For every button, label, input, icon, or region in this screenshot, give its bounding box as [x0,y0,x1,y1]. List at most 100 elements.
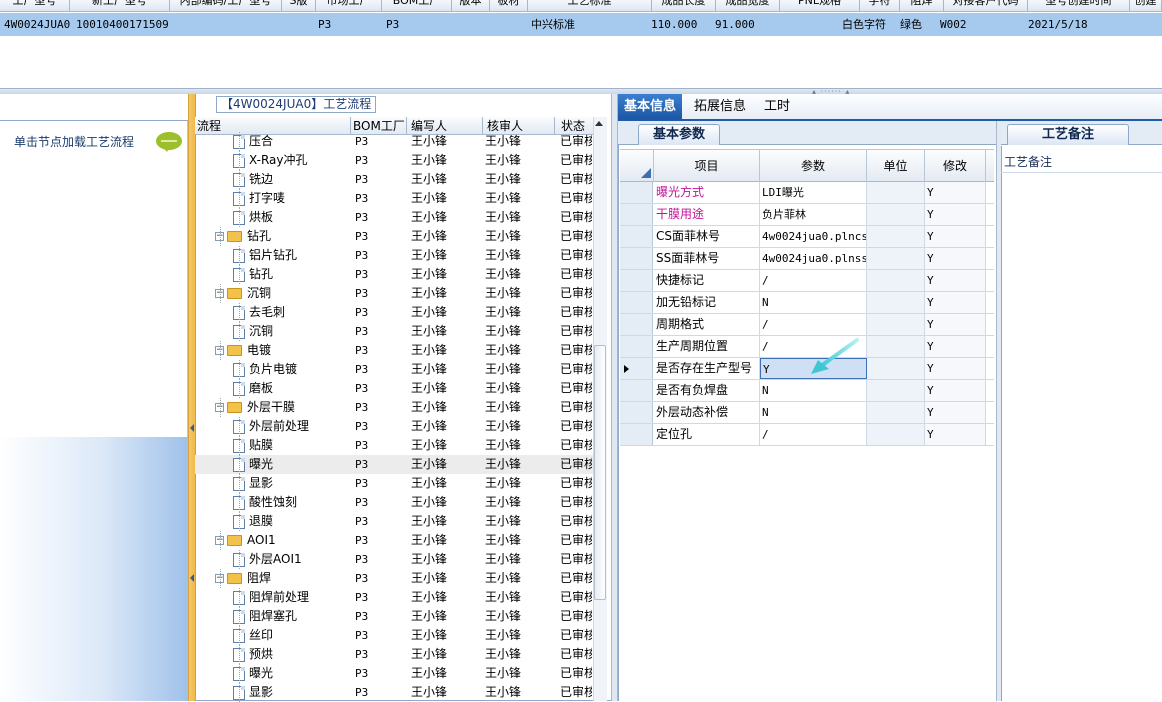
flow-tree-row[interactable]: − 外层干膜 P3 王小锋 王小锋 已审核 [195,398,593,417]
flow-tree-row[interactable]: 负片电镀 P3 王小锋 王小锋 已审核 [195,360,593,379]
param-value[interactable]: 4w0024jua0.plnss [760,248,867,269]
top-col-header[interactable]: 对接客户代码 [944,0,1028,11]
flow-node[interactable]: 阻焊前处理 [233,589,309,606]
flow-tree-row[interactable]: 去毛刺 P3 王小锋 王小锋 已审核 [195,303,593,322]
tab-work-hours[interactable]: 工时 [758,94,796,119]
flow-node[interactable]: X-Ray冲孔 [233,152,307,169]
top-col-header[interactable]: 成品宽度 [716,0,780,11]
flow-tree-row[interactable]: 铣边 P3 王小锋 王小锋 已审核 [195,170,593,189]
row-selector[interactable] [620,424,653,445]
param-value[interactable]: N [760,402,867,423]
flow-node[interactable]: − 阻焊 [215,570,271,587]
flow-node[interactable]: 打字唛 [233,190,285,207]
param-row[interactable]: 外层动态补偿 N Y [620,402,994,424]
flow-node[interactable]: − 外层干膜 [215,399,295,416]
flow-tree-row[interactable]: − 钻孔 P3 王小锋 王小锋 已审核 [195,227,593,246]
flow-tree-row[interactable]: X-Ray冲孔 P3 王小锋 王小锋 已审核 [195,151,593,170]
flow-node[interactable]: 外层前处理 [233,418,309,435]
param-row[interactable]: 加无铅标记 N Y [620,292,994,314]
flow-tree-row[interactable]: 预烘 P3 王小锋 王小锋 已审核 [195,645,593,664]
param-value[interactable]: 4w0024jua0.plncs [760,226,867,247]
flow-tree-row[interactable]: 钻孔 P3 王小锋 王小锋 已审核 [195,265,593,284]
top-col-header[interactable]: PNL规格 [780,0,860,11]
top-col-header[interactable]: 版本 [452,0,490,11]
param-row[interactable]: SS面菲林号 4w0024jua0.plnss Y [620,248,994,270]
flow-node[interactable]: 外层AOI1 [233,551,302,568]
flow-tree-row[interactable]: 铝片钻孔 P3 王小锋 王小锋 已审核 [195,246,593,265]
flow-tree-row[interactable]: 曝光 P3 王小锋 王小锋 已审核 [195,455,593,474]
tab-basic-info[interactable]: 基本信息 [618,94,683,119]
scroll-up-icon[interactable] [595,121,603,126]
row-selector[interactable] [620,226,653,247]
flow-node[interactable]: − 电镀 [215,342,271,359]
top-col-header[interactable]: 市场工厂 [316,0,382,11]
flow-tree-row[interactable]: 阻焊塞孔 P3 王小锋 王小锋 已审核 [195,607,593,626]
top-col-header[interactable]: 字符 [860,0,900,11]
flow-node[interactable]: 去毛刺 [233,304,285,321]
top-col-header[interactable]: BOM工厂 [382,0,452,11]
flow-tree-row[interactable]: 退膜 P3 王小锋 王小锋 已审核 [195,512,593,531]
flow-tree-row[interactable]: − 阻焊 P3 王小锋 王小锋 已审核 [195,569,593,588]
flow-tree-row[interactable]: 烘板 P3 王小锋 王小锋 已审核 [195,208,593,227]
col-unit[interactable]: 单位 [867,150,925,182]
top-col-header[interactable]: 工厂型号 [0,0,70,11]
top-col-header[interactable]: 成品长度 [652,0,716,11]
tab-extended-info[interactable]: 拓展信息 [688,94,752,119]
flow-tree-row[interactable]: − AOI1 P3 王小锋 王小锋 已审核 [195,531,593,550]
flow-node[interactable]: 铝片钻孔 [233,247,297,264]
param-row[interactable]: CS面菲林号 4w0024jua0.plncs Y [620,226,994,248]
row-selector[interactable] [620,270,653,291]
flow-tree-row[interactable]: 显影 P3 王小锋 王小锋 已审核 [195,683,593,702]
flow-tree-row[interactable]: 外层AOI1 P3 王小锋 王小锋 已审核 [195,550,593,569]
col-modify[interactable]: 修改 [925,150,986,182]
param-row[interactable]: 曝光方式 LDI曝光 Y [620,182,994,204]
middle-splitter[interactable] [611,94,618,701]
flow-scroll-thumb[interactable] [594,345,606,600]
flow-node[interactable]: 负片电镀 [233,361,297,378]
row-selector[interactable] [620,380,653,401]
tab-process-notes[interactable]: 工艺备注 [1007,124,1130,145]
flow-tree-row[interactable]: 磨板 P3 王小锋 王小锋 已审核 [195,379,593,398]
flow-tree-row[interactable]: 酸性蚀刻 P3 王小锋 王小锋 已审核 [195,493,593,512]
flow-tree-row[interactable]: 曝光 P3 王小锋 王小锋 已审核 [195,664,593,683]
top-col-header[interactable]: 板材 [490,0,528,11]
param-value[interactable]: N [760,292,867,313]
param-value[interactable]: N [760,380,867,401]
col-item[interactable]: 项目 [654,150,760,182]
top-col-header[interactable]: 内部编码/工厂型号 [170,0,282,11]
flow-tree-row[interactable]: − 电镀 P3 王小锋 王小锋 已审核 [195,341,593,360]
param-value[interactable]: / [760,314,867,335]
col-value[interactable]: 参数 [760,150,867,182]
row-selector[interactable] [620,314,653,335]
flow-tree-row[interactable]: − 沉铜 P3 王小锋 王小锋 已审核 [195,284,593,303]
param-value[interactable]: / [760,424,867,445]
row-selector[interactable] [620,248,653,269]
tab-basic-params[interactable]: 基本参数 [638,124,721,145]
top-col-header[interactable]: 新工厂型号 [70,0,170,11]
flow-tree-row[interactable]: 外层前处理 P3 王小锋 王小锋 已审核 [195,417,593,436]
top-col-header[interactable]: 阻焊 [900,0,944,11]
flow-tree-row[interactable]: 压合 P3 王小锋 王小锋 已审核 [195,132,593,151]
param-value[interactable]: 负片菲林 [760,204,867,225]
flow-tree-row[interactable]: 打字唛 P3 王小锋 王小锋 已审核 [195,189,593,208]
flow-node[interactable]: − 沉铜 [215,285,271,302]
param-row[interactable]: 干膜用途 负片菲林 Y [620,204,994,226]
row-selector[interactable] [620,204,653,225]
top-col-header[interactable]: 工艺标准 [528,0,652,11]
flow-node[interactable]: − 钻孔 [215,228,271,245]
row-selector[interactable] [620,182,653,203]
flow-node[interactable]: − AOI1 [215,532,276,549]
row-selector[interactable] [620,402,653,423]
load-flow-tip[interactable]: 单击节点加载工艺流程 [14,133,134,150]
flow-node[interactable]: 酸性蚀刻 [233,494,297,511]
left-splitter[interactable] [188,94,195,701]
flow-tree-row[interactable]: 显影 P3 王小锋 王小锋 已审核 [195,474,593,493]
row-selector[interactable] [620,292,653,313]
param-value[interactable]: / [760,270,867,291]
top-col-header[interactable]: 型号创建时间 [1028,0,1130,11]
param-value[interactable]: LDI曝光 [760,182,867,203]
top-col-header[interactable]: 创建 [1130,0,1162,11]
param-row[interactable]: 是否有负焊盘 N Y [620,380,994,402]
param-row[interactable]: 定位孔 / Y [620,424,994,446]
param-row[interactable]: 周期格式 / Y [620,314,994,336]
